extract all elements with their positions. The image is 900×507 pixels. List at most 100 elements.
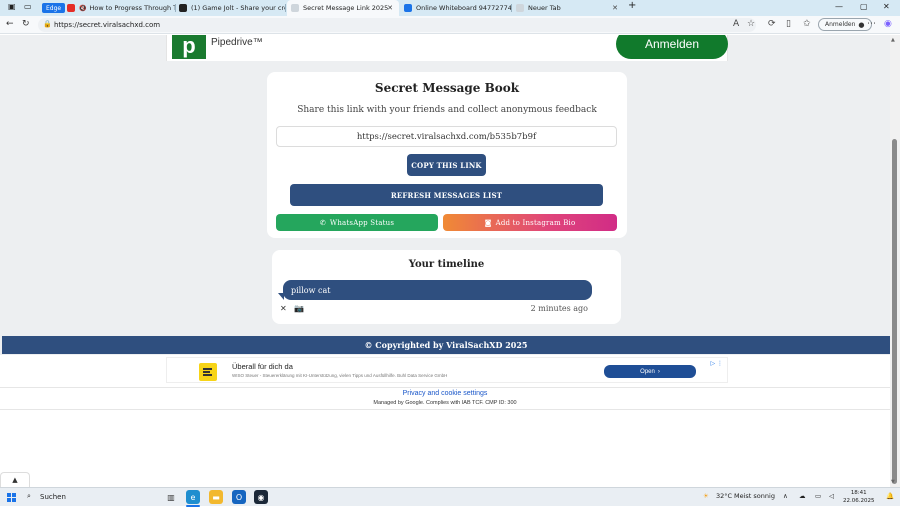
bottom-ad-banner[interactable]: Überall für dich da WISO Steuer - Steuer… [166,357,728,383]
tab-title: Online Whiteboard 94772774-24 [416,4,512,12]
secret-message-card: Secret Message Book Share this link with… [267,72,627,238]
delete-icon[interactable]: ✕ [280,304,287,313]
ad-choices-icon[interactable]: ▷ ⋮ [710,360,723,367]
page-icon [516,4,524,12]
chevron-right-icon: › [657,368,660,375]
avatar-icon: ● [858,20,865,29]
address-bar[interactable]: 🔒 https://secret.viralsachxd.com [38,18,756,32]
whatsapp-status-button[interactable]: ✆ WhatsApp Status [276,214,438,231]
more-options-icon[interactable]: ⋯ [867,19,876,29]
search-label: Suchen [40,493,66,501]
page-icon [291,4,299,12]
camera-icon[interactable]: 📷 [294,304,304,313]
tab-gamejolt[interactable]: (1) Game Jolt - Share your creatio [176,0,286,16]
instagram-icon: ◙ [484,218,492,227]
tab-new[interactable]: Neuer Tab ✕ [512,0,624,16]
browser-tab-bar: ▣ ▭ Edge 🔇 How to Progress Through Th (1… [0,0,900,16]
divider [0,409,890,410]
maximize-icon[interactable]: ▢ [860,2,868,11]
split-screen-icon[interactable]: ▯ [786,19,791,29]
ad-title: Überall für dich da [232,362,293,371]
share-link-field[interactable]: https://secret.viralsachxd.com/b535b7b9f [276,126,617,147]
weather-icon: ☀ [703,492,709,500]
taskbar-search[interactable]: ⌕ Suchen [24,490,158,504]
tab-secret-message[interactable]: Secret Message Link 2025 Officia ✕ [287,0,399,16]
steam-icon[interactable]: ◉ [254,490,268,504]
windows-taskbar: ⌕ Suchen ▥ e ▬ O ◉ ☀ 32°C Meist sonnig ∧… [0,487,900,507]
tab-whiteboard[interactable]: Online Whiteboard 94772774-24 [400,0,512,16]
network-icon[interactable]: ▭ [815,492,821,500]
lock-icon: 🔒 [43,20,52,28]
scrollbar-thumb[interactable] [892,139,897,484]
copilot-icon[interactable]: ◉ [884,19,892,29]
reload-icon[interactable]: ↻ [22,19,30,29]
file-explorer-icon[interactable]: ▬ [209,490,223,504]
pipedrive-brand: Pipedrive™ [211,37,263,48]
ad-description: WISO Steuer - Steuererklärung mit KI-Unt… [232,373,448,378]
browser-nav-bar: ← ↻ 🔒 https://secret.viralsachxd.com A ☆… [0,16,900,34]
pipedrive-signup-button[interactable]: Anmelden [616,35,728,59]
start-button[interactable] [7,493,16,502]
search-icon: ⌕ [27,492,31,500]
task-view-icon[interactable]: ▥ [164,490,178,504]
tray-chevron-icon[interactable]: ∧ [783,492,788,500]
url-text: https://secret.viralsachxd.com [54,21,161,29]
taskbar-clock[interactable]: 18:41 22.06.2025 [843,489,875,505]
minimize-icon[interactable]: — [835,2,843,11]
ad-open-button[interactable]: Open › [604,365,696,378]
scroll-up-button[interactable]: ▲ [0,472,30,487]
close-window-icon[interactable]: ✕ [883,2,890,11]
pipedrive-logo[interactable]: p [172,35,206,59]
copy-link-button[interactable]: COPY THIS LINK [407,154,486,176]
cmp-notice: Managed by Google. Complies with IAB TCF… [373,400,517,406]
outlook-icon[interactable]: O [232,490,246,504]
signin-button[interactable]: Anmelden ● [818,18,872,31]
edge-taskbar-icon[interactable]: e [186,490,200,504]
whiteboard-icon [404,4,412,12]
cloud-icon[interactable]: ☁ [799,492,806,500]
back-icon[interactable]: ← [6,19,14,29]
divider [0,387,890,388]
edge-badge: Edge [42,3,66,13]
weather-desc[interactable]: Meist sonnig [734,492,775,500]
window-menu-icon[interactable]: ▣ [8,2,16,11]
read-aloud-icon[interactable]: A [733,19,739,29]
privacy-settings-link[interactable]: Privacy and cookie settings [0,390,890,397]
scroll-down-arrow-icon[interactable]: ▼ [891,479,895,485]
tab-title: (1) Game Jolt - Share your creatio [191,4,286,12]
scroll-up-arrow-icon[interactable]: ▲ [891,37,895,43]
youtube-icon [67,4,75,12]
new-tab-button[interactable]: + [628,0,636,11]
whatsapp-label: WhatsApp Status [329,218,395,227]
favorite-star-icon[interactable]: ☆ [747,19,755,29]
tab-title: How to Progress Through Th [89,4,176,12]
consent-area: Überall für dich da WISO Steuer - Steuer… [0,355,890,487]
close-icon[interactable]: ✕ [612,4,618,12]
page-content: p Pipedrive™ Anmelden Secret Message Boo… [0,35,890,487]
tab-youtube[interactable]: 🔇 How to Progress Through Th [64,0,176,16]
page-scrollbar[interactable]: ▲ ▼ [890,35,900,487]
site-footer: © Copyrighted by ViralSachXD 2025 [2,336,890,354]
timeline-title: Your timeline [408,259,485,270]
wiso-logo [199,363,217,381]
extensions-icon[interactable]: ⟳ [768,19,776,29]
instagram-bio-button[interactable]: ◙ Add to Instagram Bio [443,214,617,231]
mute-icon[interactable]: 🔇 [79,5,86,12]
whatsapp-icon: ✆ [319,218,326,227]
tab-actions-icon[interactable]: ▭ [24,2,32,11]
notification-bell-icon[interactable]: 🔔 [886,492,894,500]
chevron-up-icon: ▲ [12,476,18,484]
refresh-messages-button[interactable]: REFRESH MESSAGES LIST [290,184,603,206]
message-timestamp: 2 minutes ago [530,304,588,313]
volume-icon[interactable]: ◁ [829,492,834,500]
bubble-tail [278,293,284,300]
clock-time: 18:41 [850,490,867,496]
gamejolt-icon [179,4,187,12]
close-icon[interactable]: ✕ [387,4,393,12]
clock-date: 22.06.2025 [843,498,875,504]
favorites-icon[interactable]: ✩ [803,19,811,29]
page-subtitle: Share this link with your friends and co… [297,105,597,115]
weather-temp[interactable]: 32°C [716,492,732,500]
top-ad-banner[interactable]: p Pipedrive™ Anmelden [166,35,728,61]
page-title: Secret Message Book [374,81,520,95]
